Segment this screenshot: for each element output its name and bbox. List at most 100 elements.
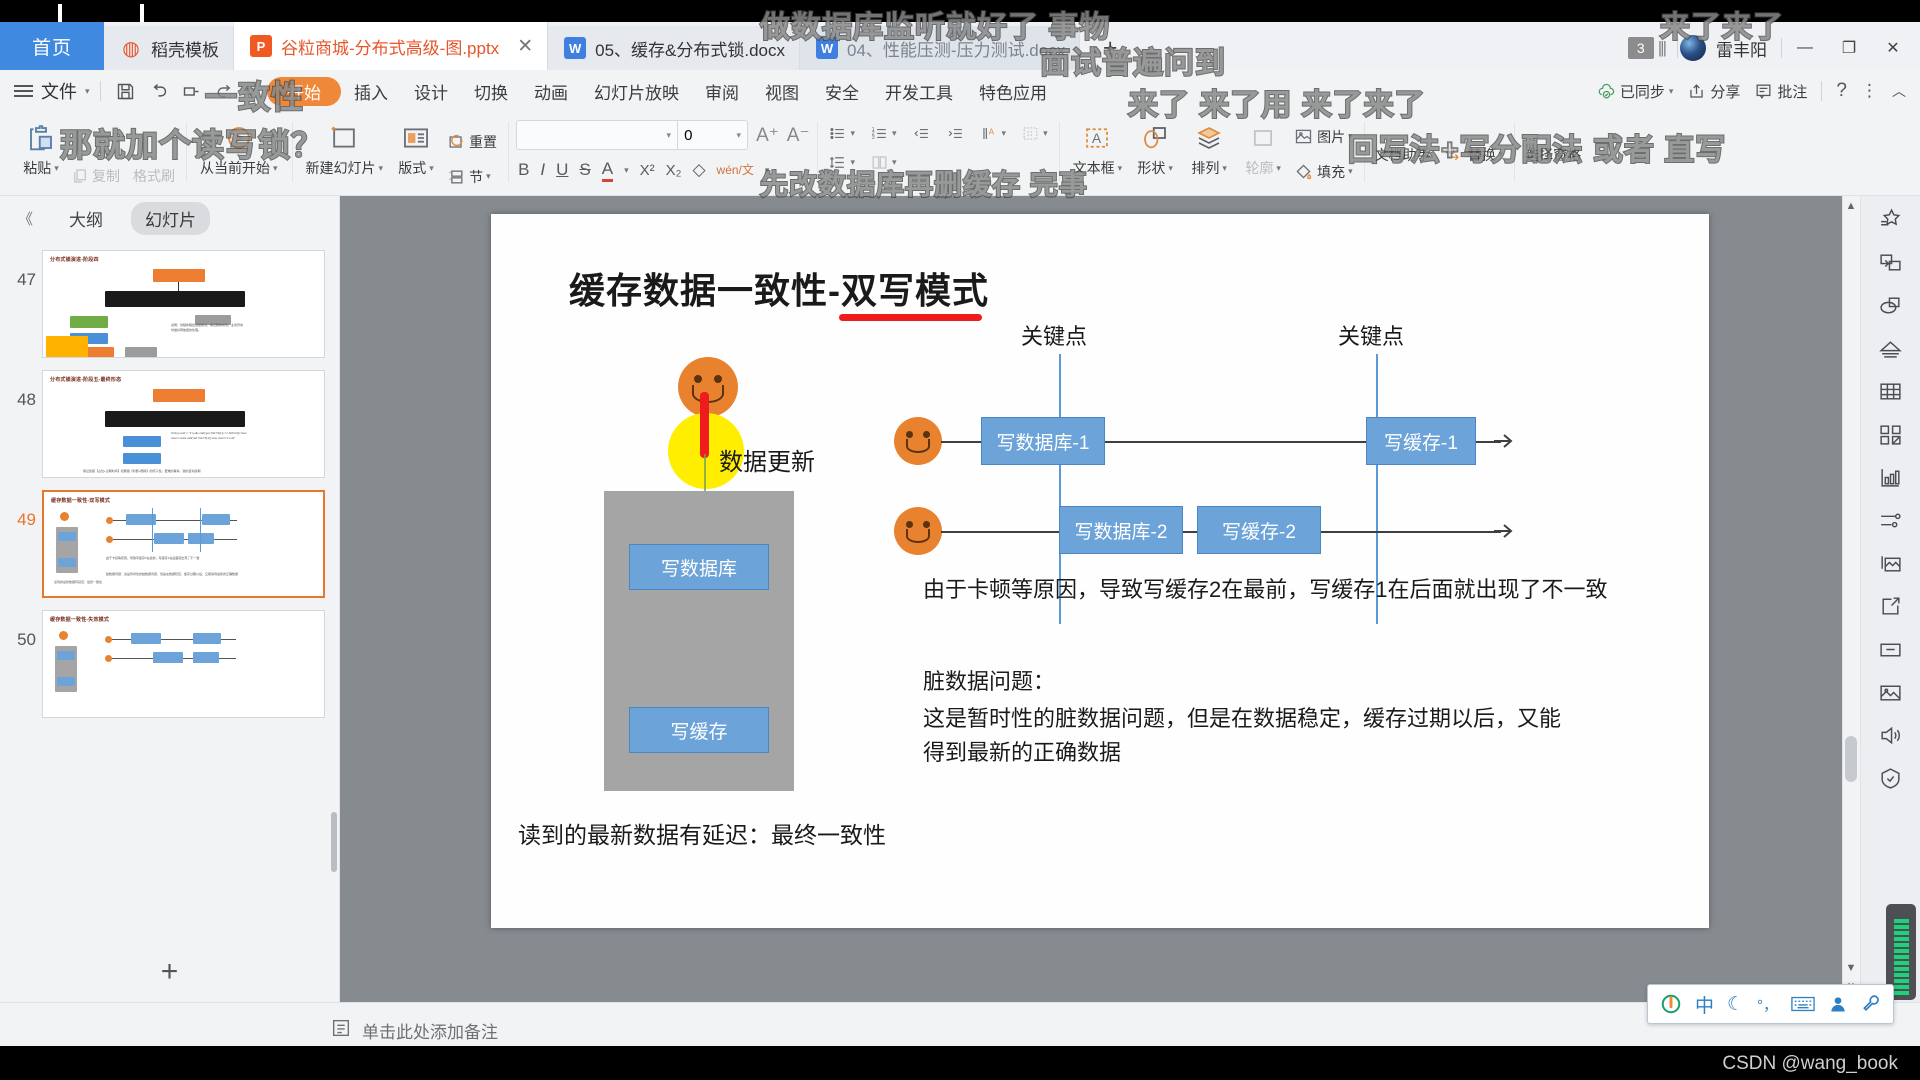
italic-button[interactable]: I xyxy=(540,160,545,180)
canvas-scrollbar-vertical[interactable]: ▲ ▼ ⊻ xyxy=(1842,196,1860,1002)
scroll-up-icon[interactable]: ▲ xyxy=(1844,200,1858,212)
underline-button[interactable]: U xyxy=(556,160,568,180)
slide-thumbnail[interactable]: 分布式锁演进-阶段五-最终形态 String.uuid = "if redis.… xyxy=(42,370,325,478)
smart-replace-icon[interactable] xyxy=(1874,247,1908,277)
increase-indent-button[interactable] xyxy=(943,122,968,145)
font-size-input[interactable]: 0 ▾ xyxy=(677,121,747,149)
arrange-button[interactable]: 排列 ▾ xyxy=(1182,116,1236,178)
user-icon[interactable] xyxy=(1828,994,1848,1014)
tab-featured-apps[interactable]: 特色应用 xyxy=(966,70,1060,112)
copy-button[interactable]: 复制 xyxy=(68,164,123,188)
text-convert-button[interactable]: wén/文 xyxy=(717,164,754,176)
export-icon[interactable] xyxy=(1874,591,1908,621)
tab-dochub-template[interactable]: ◍ 稻壳模板 xyxy=(104,26,234,70)
table-icon[interactable] xyxy=(1874,376,1908,406)
avatar[interactable] xyxy=(1680,35,1706,61)
line-spacing-button[interactable]: ▾ xyxy=(825,151,858,174)
punctuation-icon[interactable]: °， xyxy=(1757,994,1778,1015)
cloud-assets-icon[interactable] xyxy=(1874,333,1908,363)
decrease-indent-button[interactable] xyxy=(909,122,934,145)
adjust-sliders-icon[interactable] xyxy=(1874,505,1908,535)
list-item[interactable]: 47 分布式锁演进-阶段四 说明：线程休眠加自旋重试，保证删除成功；业务异常时做… xyxy=(0,244,339,364)
new-tab-button[interactable]: + xyxy=(1080,26,1141,70)
box-icon[interactable] xyxy=(1874,634,1908,664)
more-options-icon[interactable]: ⋮ xyxy=(1861,81,1878,101)
shrink-font-button[interactable]: A⁻ xyxy=(787,124,810,147)
picture-button[interactable]: 图片 ▾ xyxy=(1290,124,1356,149)
moon-icon[interactable]: ☾ xyxy=(1727,993,1744,1016)
tab-animation[interactable]: 动画 xyxy=(521,70,581,112)
file-menu-button[interactable]: 文件 ▾ xyxy=(14,78,90,104)
sogou-logo-icon[interactable] xyxy=(1660,993,1682,1015)
minimize-button[interactable]: — xyxy=(1784,26,1826,70)
columns-button[interactable]: ▾ xyxy=(867,151,900,174)
undo-icon[interactable] xyxy=(148,81,169,102)
list-item[interactable]: 50 缓存数据一致性-失效模式 xyxy=(0,604,339,724)
thumbnail-scrollbar[interactable] xyxy=(331,812,337,872)
chart-icon[interactable] xyxy=(1874,462,1908,492)
subscript-button[interactable]: X₂ xyxy=(666,162,682,179)
slide-thumbnail[interactable]: 缓存数据一致性-失效模式 xyxy=(42,610,325,718)
save-icon[interactable] xyxy=(115,81,136,102)
new-slide-button[interactable]: 新建幻灯片 ▾ xyxy=(300,116,390,178)
help-icon[interactable]: ? xyxy=(1836,80,1847,102)
keyboard-icon[interactable] xyxy=(1791,995,1815,1013)
layout-button[interactable]: 版式 ▾ xyxy=(389,116,443,178)
share-button[interactable]: 分享 xyxy=(1687,81,1740,102)
list-item[interactable]: 48 分布式锁演进-阶段五-最终形态 String.uuid = "if red… xyxy=(0,364,339,484)
font-color-button[interactable]: A xyxy=(601,159,614,182)
from-current-slide-button[interactable]: 从当前开始 ▾ xyxy=(194,116,284,178)
speaker-icon[interactable] xyxy=(1874,720,1908,750)
collapse-ribbon-icon[interactable]: ︿ xyxy=(1892,81,1906,101)
tab-insert[interactable]: 插入 xyxy=(341,70,401,112)
tab-start[interactable]: 开始 xyxy=(267,76,341,106)
tab-count-badge[interactable]: 3 xyxy=(1627,37,1654,59)
font-name-input[interactable]: ▾ xyxy=(517,121,677,149)
chinese-mode-icon[interactable]: 中 xyxy=(1695,991,1714,1018)
tab-design[interactable]: 设计 xyxy=(401,70,461,112)
slide-thumbnail[interactable]: 分布式锁演进-阶段四 说明：线程休眠加自旋重试，保证删除成功；业务异常时做好释放… xyxy=(42,250,325,358)
scrollbar-thumb[interactable] xyxy=(1845,736,1857,782)
tab-developer[interactable]: 开发工具 xyxy=(872,70,966,112)
tab-review[interactable]: 审阅 xyxy=(692,70,752,112)
collapse-pane-icon[interactable]: 《 xyxy=(10,204,41,233)
tab-transition[interactable]: 切换 xyxy=(461,70,521,112)
thumbnail-list[interactable]: 47 分布式锁演进-阶段四 说明：线程休眠加自旋重试，保证删除成功；业务异常时做… xyxy=(0,240,339,942)
tab-gulimall-pptx[interactable]: P 谷粒商城-分布式高级-图.pptx ✕ xyxy=(234,22,549,70)
slide-title[interactable]: 缓存数据一致性-双写模式 xyxy=(569,262,989,314)
ime-toolbar[interactable]: 中 ☾ °， xyxy=(1646,984,1894,1024)
paste-button[interactable]: 粘贴 ▾ xyxy=(14,116,68,178)
list-item-selected[interactable]: 49 缓存数据一致性-双写模式 由于卡顿等原因，导致写缓存2在最前，写缓存1在后… xyxy=(0,484,339,604)
tab-performance-test-docx[interactable]: W 04、性能压测-压力测试.docx xyxy=(800,26,1081,70)
photo-stack-icon[interactable] xyxy=(1874,548,1908,578)
tab-outline[interactable]: 大纲 xyxy=(55,202,117,235)
close-button[interactable]: ✕ xyxy=(1872,26,1914,70)
tools-icon[interactable] xyxy=(1861,994,1881,1014)
grow-font-button[interactable]: A⁺ xyxy=(756,124,779,147)
scroll-down-icon[interactable]: ▼ xyxy=(1844,962,1858,974)
section-button[interactable]: 节 ▾ xyxy=(443,165,494,189)
bold-button[interactable]: B xyxy=(518,160,529,180)
align-text-button[interactable]: ▾ xyxy=(1018,122,1051,145)
add-slide-button[interactable]: + xyxy=(0,942,339,1002)
select-pane-button[interactable]: 选择窗格 xyxy=(1522,143,1584,167)
slide-thumbnail[interactable]: 缓存数据一致性-双写模式 由于卡顿等原因，导致写缓存2在最前，写缓存1在后面就出… xyxy=(42,490,325,598)
maximize-button[interactable]: ❐ xyxy=(1828,26,1870,70)
fill-button[interactable]: 填充 ▾ xyxy=(1290,159,1356,184)
chevron-down-icon[interactable]: ▾ xyxy=(624,165,629,176)
tab-cache-distributed-lock-docx[interactable]: W 05、缓存&分布式锁.docx xyxy=(548,26,800,70)
replace-button[interactable]: AB 替换 ▾ xyxy=(1441,142,1507,167)
sync-status-button[interactable]: 已同步 ▾ xyxy=(1597,81,1673,102)
strikethrough-button[interactable]: S xyxy=(579,160,590,180)
user-name[interactable]: 雷丰阳 xyxy=(1716,36,1767,61)
reset-button[interactable]: 重置 xyxy=(443,130,500,154)
outline-button[interactable]: 轮廓 ▾ xyxy=(1236,116,1290,178)
tab-slideshow[interactable]: 幻灯片放映 xyxy=(581,70,692,112)
clear-format-button[interactable]: ◇ xyxy=(692,160,705,180)
tab-security[interactable]: 安全 xyxy=(812,70,872,112)
badge-icon[interactable] xyxy=(1874,763,1908,793)
chevron-down-icon[interactable]: ▾ xyxy=(765,165,770,176)
text-direction-button[interactable]: A ▾ xyxy=(977,122,1010,145)
bullets-button[interactable]: ▾ xyxy=(825,122,858,145)
star-effects-icon[interactable] xyxy=(1874,204,1908,234)
